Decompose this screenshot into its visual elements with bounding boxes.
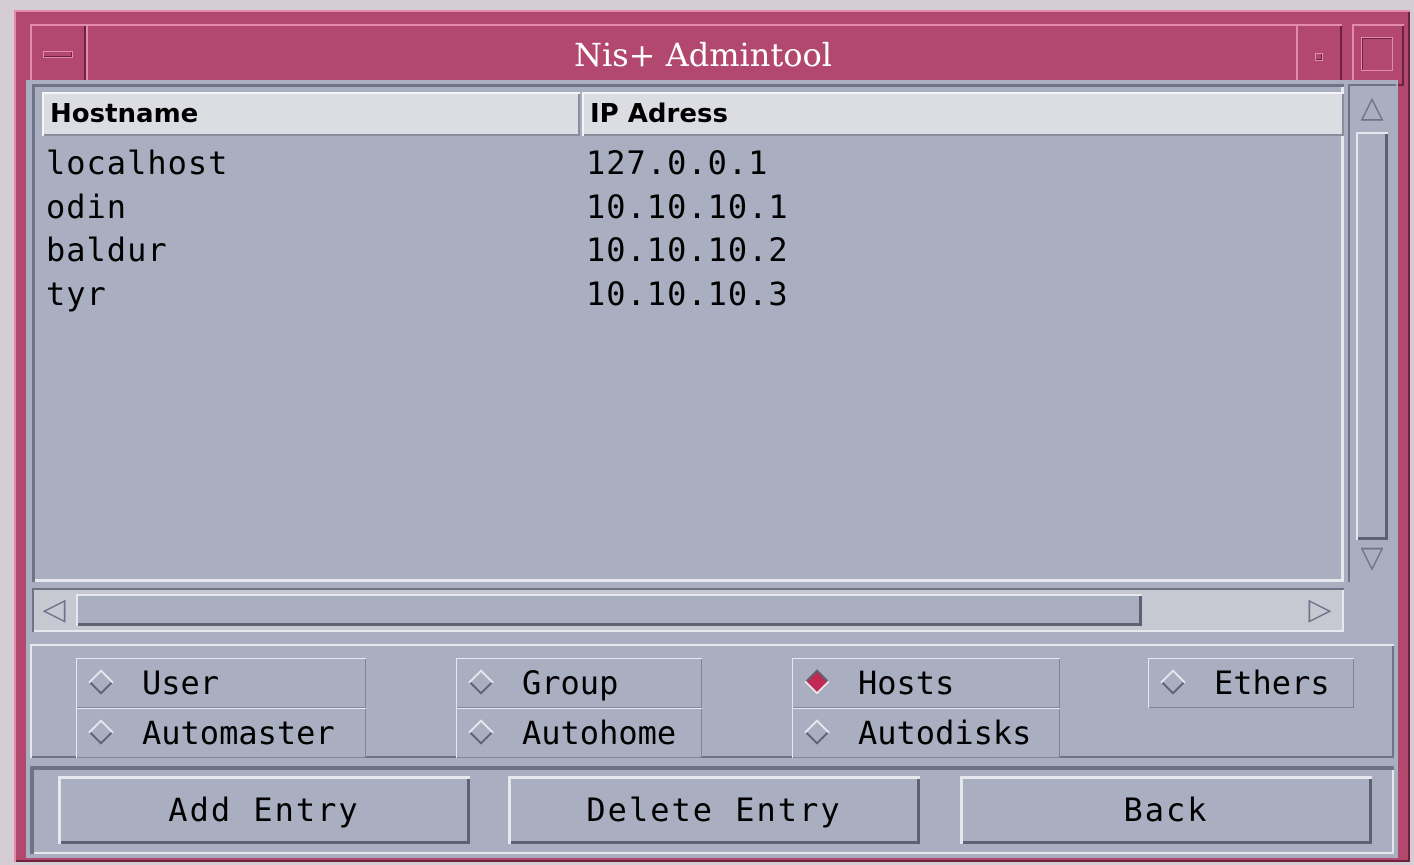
radio-label: Autodisks [858, 714, 1032, 752]
scroll-right-arrow-icon[interactable]: ▷ [1302, 592, 1338, 628]
back-button[interactable]: Back [960, 776, 1372, 844]
minimize-button[interactable] [1296, 24, 1342, 86]
maximize-icon [1362, 38, 1392, 70]
vertical-scroll-thumb[interactable] [1356, 132, 1388, 540]
row-hostname: odin [46, 187, 128, 226]
action-buttons: Add Entry Delete Entry Back [30, 766, 1394, 854]
table-row[interactable]: tyr 10.10.10.3 [46, 275, 1336, 319]
row-hostname: baldur [46, 231, 168, 269]
radio-label: Automaster [142, 714, 335, 752]
radio-group[interactable]: Group [456, 658, 702, 708]
scroll-left-arrow-icon[interactable]: ◁ [36, 592, 72, 628]
radio-label: Group [522, 664, 619, 702]
radio-diamond-icon [804, 719, 830, 745]
title-bar[interactable]: Nis+ Admintool [14, 12, 1410, 86]
table-row[interactable]: localhost 127.0.0.1 [46, 144, 1336, 188]
radio-diamond-icon [468, 669, 494, 695]
radio-label: Hosts [858, 664, 955, 702]
table-row[interactable]: odin 10.10.10.1 [46, 188, 1336, 232]
row-ip: 10.10.10.2 [586, 231, 789, 269]
window-menu-button[interactable] [30, 24, 86, 86]
table-rows: localhost 127.0.0.1 odin 10.10.10.1 bald… [46, 144, 1336, 318]
row-ip: 10.10.10.3 [586, 274, 789, 313]
scroll-up-arrow-icon[interactable]: △ [1356, 90, 1388, 126]
minimize-icon [1316, 54, 1322, 60]
window-menu-icon [44, 52, 72, 57]
row-hostname: localhost [46, 144, 229, 182]
radio-autohome[interactable]: Autohome [456, 708, 702, 758]
vertical-scrollbar[interactable]: △ ▽ [1348, 84, 1396, 582]
row-ip: 127.0.0.1 [586, 144, 769, 182]
column-header-hostname[interactable]: Hostname [42, 92, 580, 136]
radio-label: User [142, 664, 220, 702]
radio-diamond-icon [468, 719, 494, 745]
radio-label: Autohome [522, 714, 677, 752]
radio-ethers[interactable]: Ethers [1148, 658, 1354, 708]
table-row[interactable]: baldur 10.10.10.2 [46, 231, 1336, 275]
horizontal-scrollbar[interactable]: ◁ ▷ [32, 588, 1344, 632]
scroll-down-arrow-icon[interactable]: ▽ [1356, 540, 1388, 576]
radio-label: Ethers [1214, 664, 1330, 702]
radio-autodisks[interactable]: Autodisks [792, 708, 1060, 758]
radio-hosts[interactable]: Hosts [792, 658, 1060, 708]
window-title: Nis+ Admintool [86, 24, 1320, 86]
client-area: Hostname IP Adress localhost 127.0.0.1 o… [26, 80, 1398, 858]
radio-user[interactable]: User [76, 658, 366, 708]
row-ip: 10.10.10.1 [586, 187, 789, 226]
radio-diamond-selected-icon [804, 669, 830, 695]
radio-diamond-icon [1160, 669, 1186, 695]
radio-automaster[interactable]: Automaster [76, 708, 366, 758]
row-hostname: tyr [46, 274, 107, 313]
table-type-selector: User Group Hosts Ethers Automaster Autoh… [30, 644, 1394, 758]
column-header-ip-address[interactable]: IP Adress [582, 92, 1344, 136]
radio-diamond-icon [88, 719, 114, 745]
hosts-list[interactable]: Hostname IP Adress localhost 127.0.0.1 o… [32, 84, 1344, 582]
delete-entry-button[interactable]: Delete Entry [508, 776, 920, 844]
horizontal-scroll-thumb[interactable] [76, 594, 1142, 626]
maximize-button[interactable] [1352, 24, 1404, 86]
add-entry-button[interactable]: Add Entry [58, 776, 470, 844]
radio-diamond-icon [88, 669, 114, 695]
